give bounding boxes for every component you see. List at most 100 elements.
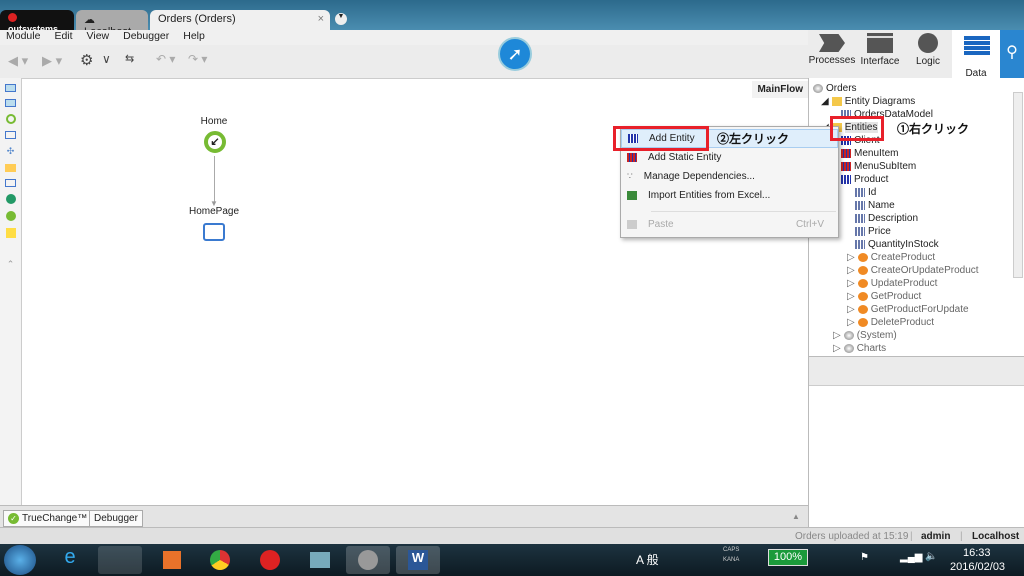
tree-attribute[interactable]: Description bbox=[855, 212, 918, 225]
debugger-tab[interactable]: Debugger bbox=[89, 510, 143, 527]
explorer-icon[interactable] bbox=[98, 546, 142, 574]
truechange-tab[interactable]: ✓ TrueChange™ bbox=[3, 510, 93, 527]
tree-entity-diagrams[interactable]: ◢ Entity Diagrams bbox=[821, 95, 915, 108]
search-button[interactable]: ⚲ bbox=[1000, 30, 1024, 78]
clock-date[interactable]: 2016/02/03 bbox=[950, 561, 1005, 573]
comment-note-icon[interactable] bbox=[5, 228, 16, 238]
status-message: Orders uploaded at 15:19 bbox=[795, 531, 909, 542]
status-separator: | bbox=[960, 531, 963, 542]
homepage-label: HomePage bbox=[188, 206, 240, 217]
tree-action[interactable]: ▷ GetProduct bbox=[847, 290, 921, 303]
menu-edit[interactable]: Edit bbox=[54, 30, 72, 45]
start-node-icon[interactable]: ↙ bbox=[204, 131, 226, 153]
collapse-up-icon[interactable]: ⌃ bbox=[7, 259, 15, 270]
ie-icon[interactable]: e bbox=[48, 546, 92, 574]
start-button[interactable] bbox=[4, 545, 36, 575]
attribute-icon bbox=[855, 214, 865, 223]
tree-scrollbar[interactable] bbox=[1013, 92, 1023, 278]
web-service-icon[interactable] bbox=[5, 194, 16, 204]
annotation-step2: ②左クリック bbox=[717, 132, 790, 146]
undo-icon[interactable]: ↶ ▾ bbox=[156, 52, 175, 66]
start-tool-icon[interactable] bbox=[5, 114, 16, 124]
media-player-icon[interactable] bbox=[150, 546, 194, 574]
outsystems-taskbar-icon[interactable] bbox=[346, 546, 390, 574]
battery-indicator[interactable]: 100% bbox=[768, 549, 808, 566]
menu-separator bbox=[651, 211, 836, 212]
menu-help[interactable]: Help bbox=[183, 30, 205, 45]
status-bar: Orders uploaded at 15:19 | admin | Local… bbox=[0, 527, 1024, 544]
timer-icon[interactable] bbox=[5, 211, 16, 221]
menu-view[interactable]: View bbox=[87, 30, 110, 45]
compare-merge-icon[interactable]: ⇆ bbox=[125, 52, 134, 65]
entity-action-icon bbox=[857, 305, 868, 314]
network-signal-icon[interactable]: ▂▄▆ bbox=[900, 552, 922, 563]
outsystems-logo-icon bbox=[8, 13, 17, 22]
email-tool-icon[interactable] bbox=[5, 164, 16, 172]
volume-muted-icon[interactable]: 🔈 bbox=[925, 551, 937, 562]
menu-label: Manage Dependencies... bbox=[643, 171, 755, 182]
destination-tool-icon[interactable] bbox=[5, 179, 16, 187]
clock-time[interactable]: 16:33 bbox=[963, 547, 991, 559]
tree-label: GetProductForUpdate bbox=[870, 304, 969, 315]
app-icon[interactable] bbox=[248, 546, 292, 574]
tree-entity-product[interactable]: Product bbox=[841, 173, 888, 186]
page-tool-icon[interactable] bbox=[5, 131, 16, 139]
tree-attribute[interactable]: Id bbox=[855, 186, 876, 199]
menu-manage-dependencies[interactable]: ∵ Manage Dependencies... bbox=[621, 167, 838, 186]
menu-debugger[interactable]: Debugger bbox=[123, 30, 169, 45]
outsystems-tab[interactable]: outsystems bbox=[0, 10, 74, 34]
tree-root-orders[interactable]: Orders bbox=[813, 82, 857, 95]
tree-action[interactable]: ▷ CreateOrUpdateProduct bbox=[847, 264, 979, 277]
mainflow-tab[interactable]: MainFlow bbox=[752, 81, 808, 98]
back-icon[interactable]: ◀ ▾ bbox=[8, 53, 28, 69]
tree-entity-menusubitem[interactable]: MenuSubItem bbox=[841, 160, 916, 173]
tree-label: CreateProduct bbox=[870, 252, 936, 263]
word-icon[interactable]: W bbox=[396, 546, 440, 574]
tree-action[interactable]: ▷ DeleteProduct bbox=[847, 316, 934, 329]
tree-attribute[interactable]: Name bbox=[855, 199, 895, 212]
homepage-node-icon[interactable] bbox=[203, 223, 225, 241]
paste-icon bbox=[627, 220, 637, 229]
tree-action[interactable]: ▷ GetProductForUpdate bbox=[847, 303, 969, 316]
block-tool-icon[interactable] bbox=[5, 99, 16, 107]
attribute-icon bbox=[855, 227, 865, 236]
tree-label: Name bbox=[868, 200, 895, 211]
annotation-box-add-entity bbox=[613, 126, 709, 151]
tree-module-charts[interactable]: ▷ Charts bbox=[833, 342, 886, 355]
ime-indicator[interactable]: A 般 bbox=[636, 551, 659, 568]
chrome-icon[interactable] bbox=[198, 546, 242, 574]
tree-entity-menuitem[interactable]: MenuItem bbox=[841, 147, 898, 160]
tabs-dropdown-icon[interactable]: ▼ bbox=[335, 13, 347, 25]
close-tab-icon[interactable]: × bbox=[318, 13, 324, 25]
publish-button[interactable]: ➚ bbox=[498, 37, 532, 71]
orders-tab[interactable]: Orders (Orders) × bbox=[150, 10, 330, 30]
tree-action[interactable]: ▷ UpdateProduct bbox=[847, 277, 937, 290]
screen-tool-icon[interactable] bbox=[5, 84, 16, 92]
layer-label: Processes bbox=[808, 55, 856, 66]
tree-label: (System) bbox=[856, 330, 897, 341]
tree-label: QuantityInStock bbox=[868, 239, 939, 250]
entity-action-icon bbox=[857, 279, 868, 288]
data-layer-tab[interactable]: Data bbox=[952, 30, 1000, 79]
action-center-flag-icon[interactable]: ⚑ bbox=[860, 552, 869, 563]
tree-label: Entity Diagrams bbox=[844, 96, 916, 107]
redo-icon[interactable]: ↷ ▾ bbox=[188, 52, 207, 66]
settings-gear-icon[interactable]: ⚙ bbox=[80, 51, 93, 69]
menu-import-excel[interactable]: Import Entities from Excel... bbox=[621, 186, 838, 205]
app-icon[interactable] bbox=[298, 546, 342, 574]
forward-icon[interactable]: ▶ ▾ bbox=[42, 53, 62, 69]
tree-module-system[interactable]: ▷ (System) bbox=[833, 329, 897, 342]
menu-module[interactable]: Module bbox=[6, 30, 40, 45]
tree-label: Charts bbox=[856, 343, 887, 354]
tree-attribute[interactable]: Price bbox=[855, 225, 891, 238]
dependencies-icon[interactable]: ∨ bbox=[102, 52, 111, 66]
tree-label: UpdateProduct bbox=[870, 278, 938, 289]
tree-attribute[interactable]: QuantityInStock bbox=[855, 238, 939, 251]
menu-paste: Paste Ctrl+V bbox=[621, 215, 838, 234]
layer-label: Logic bbox=[916, 56, 940, 67]
external-site-icon[interactable]: ✣ bbox=[7, 146, 15, 157]
localhost-tab[interactable]: ☁ Localhost bbox=[76, 10, 148, 38]
expand-panel-icon[interactable]: ▲ bbox=[792, 512, 800, 521]
static-entity-icon bbox=[841, 149, 851, 158]
tree-action[interactable]: ▷ CreateProduct bbox=[847, 251, 935, 264]
